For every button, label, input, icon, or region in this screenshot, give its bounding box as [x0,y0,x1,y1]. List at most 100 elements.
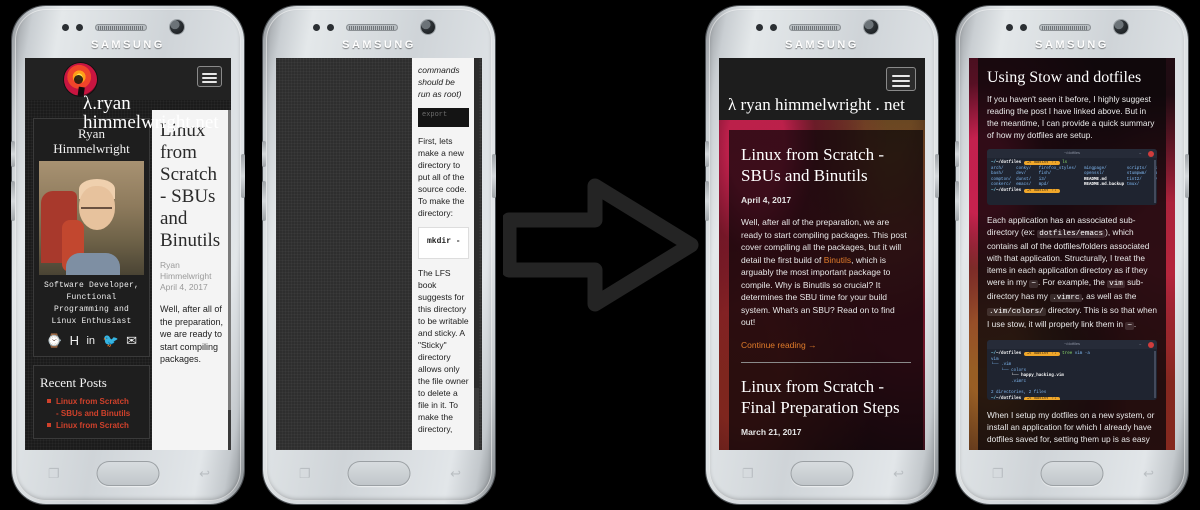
phone-top-bezel: SAMSUNG [706,6,938,58]
terminal-scrollbar[interactable] [1154,160,1156,203]
power-button[interactable] [1185,154,1189,198]
recents-nav-icon[interactable]: ❐ [48,467,60,480]
volume-up-button[interactable] [955,141,959,167]
scrollbar[interactable] [474,58,479,450]
terminal-screenshot-2: ~/dotfiles − □ ~/~/dotfiles ⎇ master ↑↓ … [987,340,1157,400]
phone-1-screen: λ.ryan himmelwright.net Ryan Himmelwrigh… [25,58,231,450]
inline-code: .vim/colors/ [987,308,1046,316]
home-button[interactable] [347,461,411,486]
post-title[interactable]: Linux from Scratch - SBUs and Binutils [741,144,911,186]
close-icon[interactable] [1148,341,1154,348]
twitter-icon[interactable]: 🐦 [102,334,118,348]
list-item[interactable]: Linux from Scratch [47,420,143,431]
site-title-1[interactable]: λ.ryan himmelwright.net [83,94,231,132]
phone-bottom-bezel: ❐ ↩ [956,450,1188,504]
phone-top-bezel: SAMSUNG [263,6,495,58]
right-arrow-icon [503,178,699,312]
site-logo-icon[interactable] [64,63,97,96]
linkedin-icon[interactable]: in [86,334,95,348]
profile-tagline: Software Developer, Functional Programmi… [43,281,139,326]
volume-down-button[interactable] [955,181,959,221]
profile-avatar [39,161,144,275]
phone-2-screen: commands should be run as root) export F… [276,58,482,450]
terminal-branch: ⎇ master ↑↓ [1023,396,1060,400]
terminal-prompt-path: ~/dotfiles [996,352,1022,356]
list-item[interactable]: - SBUs and Binutils [56,408,143,419]
article-body: Well, after all of the preparation, we a… [160,304,224,364]
inline-code: ~ [1029,280,1038,288]
home-button[interactable] [96,461,160,486]
volume-up-button[interactable] [262,141,266,167]
continue-reading-link[interactable]: Continue reading → [741,340,911,350]
back-nav-icon[interactable]: ↩ [893,467,904,480]
recent-posts-list: Linux from Scratch - SBUs and Binutils L… [40,396,143,431]
paragraph-part: . [1133,319,1137,329]
terminal-branch: ⎇ master ↑↓ [1023,188,1060,193]
terminal-screenshot-1: ~/dotfiles − □ ~/~/dotfiles ⎇ master ↑↓ … [987,149,1157,205]
device-brand-label: SAMSUNG [342,39,416,51]
phone-top-bezel: SAMSUNG [12,6,244,58]
light-sensor-icon [770,24,777,31]
article-title[interactable]: Linux from Scratch - SBUs and Binutils [160,120,227,252]
hamburger-menu-button[interactable] [886,67,916,91]
proximity-sensor-icon [313,24,320,31]
list-item[interactable]: Linux from Scratch [47,396,143,407]
recents-nav-icon[interactable]: ❐ [299,467,311,480]
front-camera-icon [1114,20,1128,34]
volume-up-button[interactable] [11,141,15,167]
github-icon[interactable]: ⌚ [46,334,62,348]
recents-nav-icon[interactable]: ❐ [742,467,754,480]
terminal-summary: 2 directories, 2 files [991,391,1047,396]
terminal-output: ~/~/dotfiles ⎇ master ↑↓ tree vim -a vim… [991,352,1090,400]
power-button[interactable] [935,154,939,198]
inline-code: .vimrc [1050,294,1082,302]
profile-card: Ryan Himmelwright Software Developer, Fu… [33,118,150,357]
hashnode-icon[interactable]: H [70,334,79,348]
back-nav-icon[interactable]: ↩ [1143,467,1154,480]
volume-down-button[interactable] [705,181,709,221]
article-paragraph: Each application has an associated sub-d… [987,214,1157,332]
article-paragraph: commands should be run as root) [418,65,462,99]
power-button[interactable] [241,154,245,198]
excerpt-inline-link[interactable]: Binutils [824,255,851,265]
terminal-command: ls [1062,161,1068,165]
terminal-prompt-path: ~/dotfiles [996,161,1022,165]
volume-down-button[interactable] [11,181,15,221]
terminal-branch: ⎇ master ↑↓ [1023,352,1060,356]
back-nav-icon[interactable]: ↩ [450,467,461,480]
scene-canvas: SAMSUNG λ.ryan himmelwright.net Ryan Him… [0,0,1200,510]
terminal-output: ~/~/dotfiles ⎇ master ↑↓ ls arch/ conky/… [991,161,1157,193]
device-brand-label: SAMSUNG [1035,39,1109,51]
terminal-command: tree [1062,352,1073,356]
terminal-scrollbar[interactable] [1154,351,1156,398]
light-sensor-icon [327,24,334,31]
email-icon[interactable]: ✉ [126,334,137,348]
code-text: export [422,111,448,119]
paragraph-part: . For example, the [1037,277,1108,287]
post-title[interactable]: Linux from Scratch - Final Preparation S… [741,376,911,418]
article-panel-4: Using Stow and dotfiles If you haven't s… [978,58,1166,450]
volume-down-button[interactable] [262,181,266,221]
volume-up-button[interactable] [705,141,709,167]
terminal-prompt-path: ~/dotfiles [996,396,1022,400]
code-text: mkdir - [427,237,461,246]
home-button[interactable] [1040,461,1104,486]
device-brand-label: SAMSUNG [91,39,165,51]
recent-posts-card: Recent Posts Linux from Scratch - SBUs a… [33,365,150,439]
earpiece-speaker-icon [95,24,147,31]
power-button[interactable] [492,154,496,198]
scrollbar[interactable] [228,110,231,450]
code-block-dark: export [418,108,469,127]
recents-nav-icon[interactable]: ❐ [992,467,1004,480]
hamburger-menu-button[interactable] [197,66,222,87]
proximity-sensor-icon [756,24,763,31]
back-nav-icon[interactable]: ↩ [199,467,210,480]
close-icon[interactable] [1148,150,1154,157]
article-author: Ryan Himmelwright [160,260,212,281]
phone-device-1: SAMSUNG λ.ryan himmelwright.net Ryan Him… [11,6,245,504]
code-block-light: mkdir - [418,227,469,259]
phone-4-screen: Using Stow and dotfiles If you haven't s… [969,58,1175,450]
home-button[interactable] [790,461,854,486]
site-title-3[interactable]: λ ryan himmelwright . net [728,95,905,115]
device-brand-label: SAMSUNG [785,39,859,51]
